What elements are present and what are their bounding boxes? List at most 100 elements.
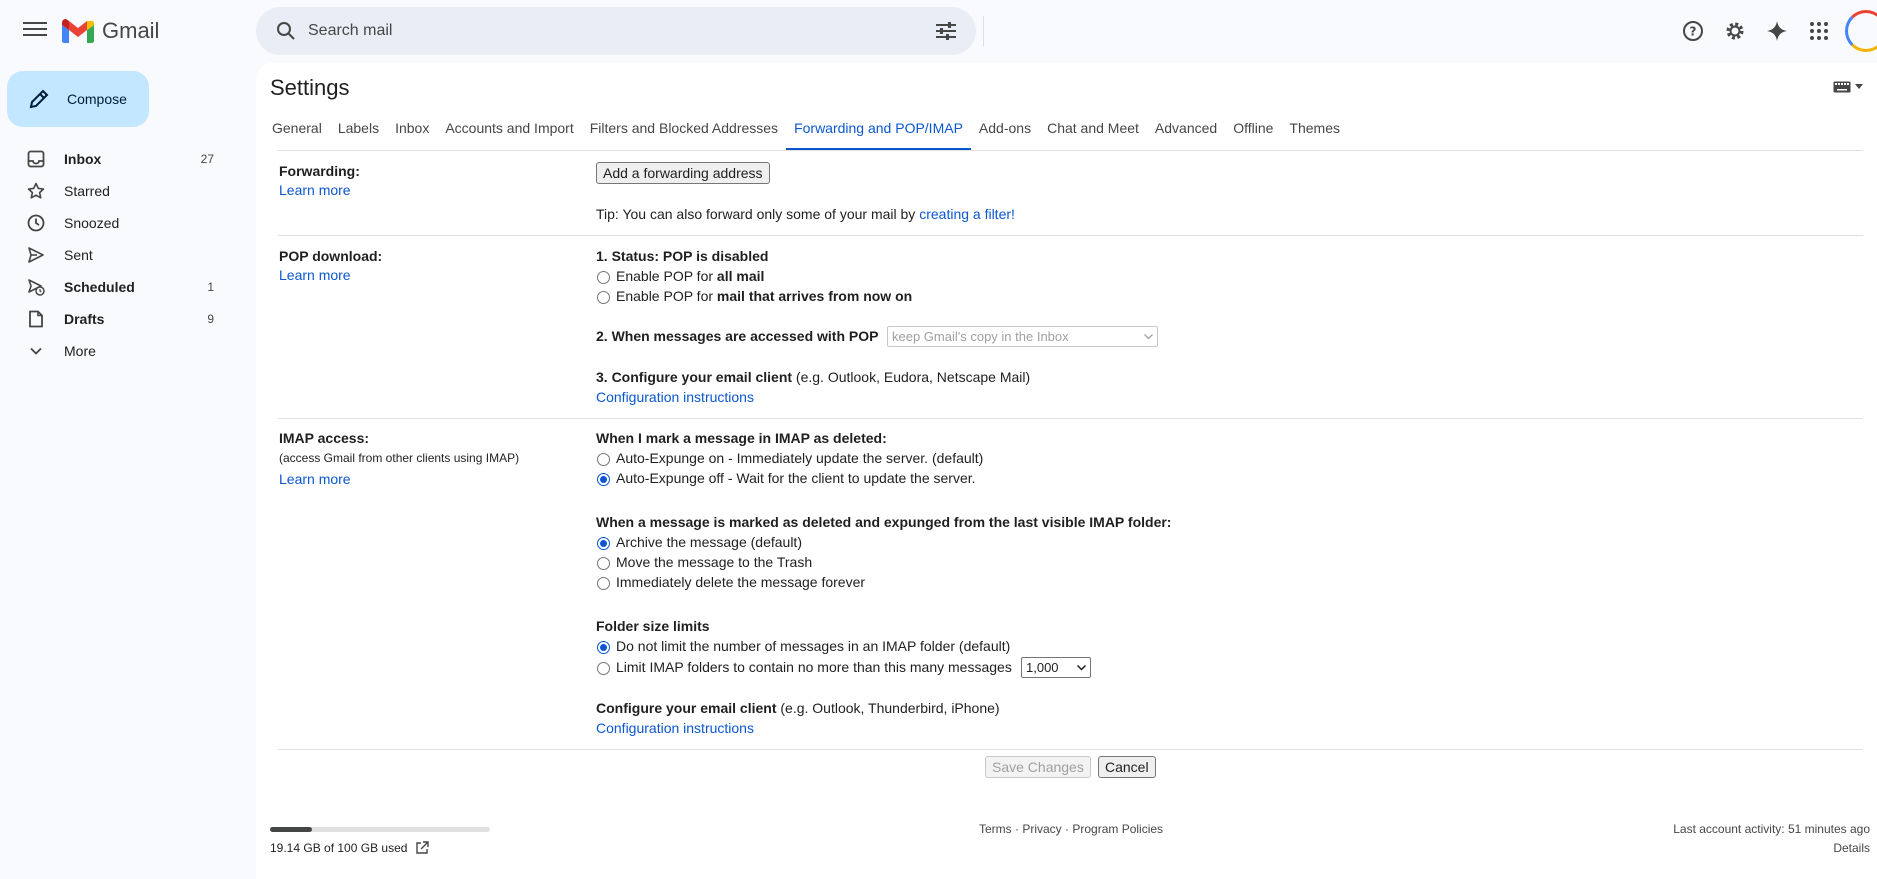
last-account-activity: Last account activity: 51 minutes ago [1673,822,1870,836]
no-folder-limit-radio[interactable] [597,641,610,654]
section-divider [278,418,1863,419]
program-policies-link[interactable]: Program Policies [1072,822,1163,836]
sidebar-item-label: More [64,343,96,359]
sidebar-item-scheduled[interactable]: Scheduled 1 [0,271,240,303]
settings-gear-icon[interactable] [1715,11,1755,51]
footer-separator: · [1061,822,1073,836]
gemini-sparkle-icon[interactable] [1757,11,1797,51]
open-external-icon [416,841,430,854]
storage-usage-fill [270,827,313,832]
sidebar-item-label: Starred [64,183,110,199]
imap-configure-client: Configure your email client (e.g. Outloo… [596,700,1000,716]
auto-expunge-on-radio[interactable] [597,453,610,466]
main-menu-button[interactable] [20,18,50,44]
draft-icon [26,309,46,329]
archive-message-radio[interactable] [597,537,610,550]
pop-access-select: keep Gmail's copy in the Inbox [887,326,1158,347]
imap-deleted-heading: When I mark a message in IMAP as deleted… [596,430,887,446]
clock-icon [26,213,46,233]
folder-limit-select[interactable]: 1,000 [1021,657,1091,678]
search-bar[interactable]: Search mail [256,7,976,55]
privacy-link[interactable]: Privacy [1022,822,1061,836]
chevron-down-icon [1144,333,1153,339]
svg-text:?: ? [1690,25,1697,39]
imap-configure-examples: (e.g. Outlook, Thunderbird, iPhone) [776,700,1000,716]
tab-chat-and-meet[interactable]: Chat and Meet [1039,113,1147,151]
cancel-button[interactable]: Cancel [1098,756,1156,778]
gmail-m-icon [62,19,94,43]
tab-forwarding-and-pop-imap[interactable]: Forwarding and POP/IMAP [786,113,971,151]
compose-label: Compose [67,91,127,107]
sidebar-item-sent[interactable]: Sent [0,239,240,271]
terms-link[interactable]: Terms [979,822,1012,836]
tab-add-ons[interactable]: Add-ons [971,113,1039,151]
tab-themes[interactable]: Themes [1281,113,1348,151]
tab-general[interactable]: General [264,113,330,151]
storage-usage[interactable]: 19.14 GB of 100 GB used [270,841,430,855]
send-icon [26,245,46,265]
limit-folder-radio[interactable] [597,662,610,675]
sidebar-item-more[interactable]: More [0,335,240,367]
sidebar-item-label: Scheduled [64,279,135,295]
auto-expunge-on-label: Auto-Expunge on - Immediately update the… [616,450,984,466]
tab-advanced[interactable]: Advanced [1147,113,1225,151]
search-icon[interactable] [264,7,308,55]
tab-offline[interactable]: Offline [1225,113,1281,151]
add-forwarding-address-button[interactable]: Add a forwarding address [596,162,770,184]
pop-all-mail-radio[interactable] [597,271,610,284]
gmail-logo[interactable]: Gmail [62,18,159,44]
auto-expunge-off-radio[interactable] [597,473,610,486]
tab-labels[interactable]: Labels [330,113,387,151]
pop-all-mail-text: Enable POP for [616,268,717,284]
imap-access-sublabel: (access Gmail from other clients using I… [279,451,520,465]
activity-details-link[interactable]: Details [1833,841,1870,855]
caret-down-icon [1855,84,1863,89]
pencil-icon [29,89,49,109]
search-input[interactable]: Search mail [308,22,922,40]
save-changes-button[interactable]: Save Changes [985,756,1091,778]
keyboard-icon [1833,81,1851,93]
pop-configure-bold: 3. Configure your email client [596,369,793,385]
forwarding-learn-more-link[interactable]: Learn more [279,182,351,198]
imap-learn-more-link[interactable]: Learn more [279,471,351,487]
folder-size-heading: Folder size limits [596,618,710,634]
pop-from-now-radio[interactable] [597,291,610,304]
imap-configuration-instructions-link[interactable]: Configuration instructions [596,720,754,736]
pop-from-now-text: Enable POP for [616,288,717,304]
pop-from-now-label: Enable POP for mail that arrives from no… [616,288,912,304]
archive-message-label: Archive the message (default) [616,534,802,550]
tab-inbox[interactable]: Inbox [387,113,437,151]
delete-forever-radio[interactable] [597,577,610,590]
section-divider [278,235,1863,236]
pop-all-mail-bold: all mail [716,268,765,284]
tab-filters-and-blocked-addresses[interactable]: Filters and Blocked Addresses [582,113,786,151]
footer-separator: · [1011,822,1023,836]
sidebar-item-inbox[interactable]: Inbox 27 [0,143,240,175]
imap-expunged-heading: When a message is marked as deleted and … [596,514,1172,530]
sidebar-item-drafts[interactable]: Drafts 9 [0,303,240,335]
apps-grid-icon[interactable] [1799,11,1839,51]
sidebar-item-starred[interactable]: Starred [0,175,240,207]
star-icon [26,181,46,201]
account-avatar[interactable] [1845,10,1877,52]
tab-accounts-and-import[interactable]: Accounts and Import [437,113,581,151]
page-title: Settings [270,75,350,100]
input-tools-toggle[interactable] [1833,81,1863,93]
settings-tabs: General Labels Inbox Accounts and Import… [264,113,1348,151]
auto-expunge-off-label: Auto-Expunge off - Wait for the client t… [616,470,976,486]
compose-button[interactable]: Compose [7,71,149,127]
storage-usage-bar [270,827,490,832]
move-to-trash-radio[interactable] [597,557,610,570]
help-icon[interactable]: ? [1673,11,1713,51]
sidebar-item-snoozed[interactable]: Snoozed [0,207,240,239]
search-options-icon[interactable] [922,7,970,55]
imap-configure-bold: Configure your email client [596,700,777,716]
forwarding-tip: Tip: You can also forward only some of y… [596,206,1015,222]
creating-filter-link[interactable]: creating a filter! [919,206,1015,222]
pop-configuration-instructions-link[interactable]: Configuration instructions [596,389,754,405]
folder-limit-value: 1,000 [1026,660,1059,675]
pop-learn-more-link[interactable]: Learn more [279,267,351,283]
pop-status: 1. Status: POP is disabled [596,248,769,264]
move-to-trash-label: Move the message to the Trash [616,554,813,570]
footer-links: Terms · Privacy · Program Policies [979,822,1163,836]
